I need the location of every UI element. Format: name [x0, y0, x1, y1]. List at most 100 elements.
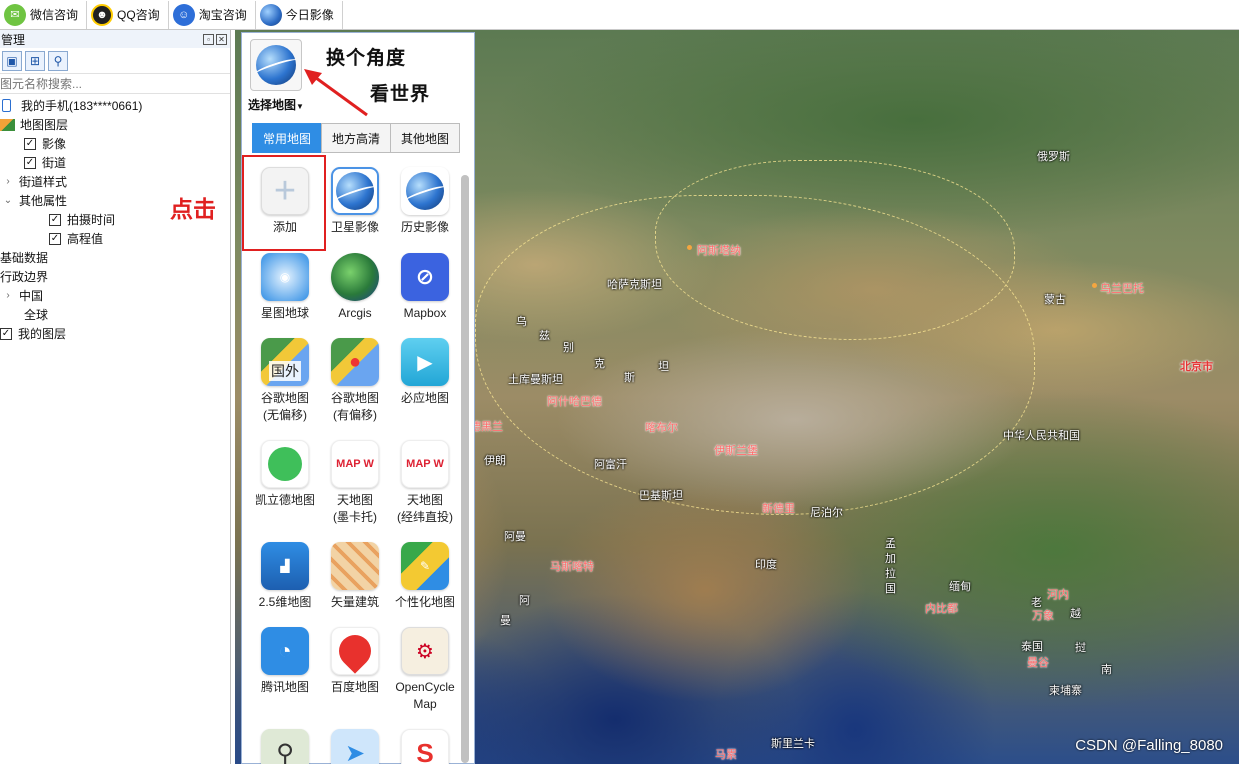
map-source-satellite[interactable]: 卫星影像	[320, 167, 390, 236]
map-source-bing[interactable]: ▶ 必应地图	[390, 338, 460, 407]
map-source-label: 星图地球	[260, 306, 309, 320]
map-source-arcgis[interactable]: Arcgis	[320, 253, 390, 322]
today-imagery-button[interactable]: 今日影像	[256, 0, 343, 29]
map-source-label: 腾讯地图	[260, 680, 309, 694]
map-label: 阿	[519, 595, 530, 607]
search-icon[interactable]: ⚲	[48, 50, 68, 71]
restore-icon[interactable]: ▫	[203, 33, 214, 45]
chevron-right-icon[interactable]: ›	[3, 176, 13, 187]
map-selector-popup: 选择地图▼ 换个角度 看世界 常用地图 地方高清 其他地图 + 添加 卫星影像 …	[241, 32, 475, 764]
map-tabs: 常用地图 地方高清 其他地图	[252, 123, 460, 153]
city-dot	[687, 245, 692, 250]
map-label: 土库曼斯坦	[508, 374, 563, 386]
chevron-down-icon[interactable]: ⌄	[3, 195, 13, 206]
map-source-opencycle[interactable]: ⚙ OpenCycle Map	[390, 627, 460, 713]
tree-label: 地图图层	[20, 118, 69, 132]
earth-icon	[259, 3, 282, 26]
search-input[interactable]	[0, 74, 230, 93]
scrollbar-thumb[interactable]	[461, 175, 469, 763]
map-label: 北京市	[1180, 361, 1213, 373]
map-source-mapbox[interactable]: ⊘ Mapbox	[390, 253, 460, 322]
select-map-button[interactable]	[250, 39, 302, 91]
watermark: CSDN @Falling_8080	[1075, 737, 1223, 754]
tree-item-street-style[interactable]: › 街道样式	[0, 172, 230, 191]
map-label: 新德里	[762, 503, 795, 515]
map-source-25d[interactable]: ▟ 2.5维地图	[250, 542, 320, 611]
checkbox-street[interactable]: ✓	[24, 156, 36, 169]
tree-item-my-layers[interactable]: ✓ 我的图层	[0, 324, 230, 343]
save-icon[interactable]: ▣	[2, 50, 22, 71]
map-source-tianditu-latlon[interactable]: MAP W 天地图 (经纬直投)	[390, 440, 460, 526]
tree-label: 行政边界	[0, 270, 49, 284]
select-map-label[interactable]: 选择地图▼	[248, 96, 304, 113]
globe-icon	[256, 45, 296, 85]
map-label: 国	[885, 583, 896, 595]
navigation-icon: ➤	[331, 729, 379, 764]
tree-item-global[interactable]: 全球	[0, 305, 230, 324]
map-source-label: 谷歌地图 (有偏移)	[330, 391, 379, 422]
tree-label: 我的手机(183****0661)	[21, 99, 143, 113]
wechat-consult-label: 微信咨询	[30, 8, 79, 22]
map-label: 孟	[885, 538, 896, 550]
tree-item-admin-boundary[interactable]: 行政边界	[0, 267, 230, 286]
map-source-vector-building[interactable]: 矢量建筑	[320, 542, 390, 611]
tree-item-elevation[interactable]: ✓ 高程值	[0, 229, 230, 248]
map-label: 伊朗	[484, 455, 506, 467]
tree-item-my-phone[interactable]: 我的手机(183****0661)	[0, 96, 230, 115]
map-label: 河内	[1047, 589, 1069, 601]
map-source-google-offset[interactable]: ● 谷歌地图 (有偏移)	[320, 338, 390, 424]
map-source-tencent[interactable]: ◔ 腾讯地图	[250, 627, 320, 696]
tree-label: 全球	[24, 308, 49, 322]
map-source-startmap[interactable]: ◉ 星图地球	[250, 253, 320, 322]
tab-local-hd[interactable]: 地方高清	[321, 123, 391, 153]
map-source-label: 凯立德地图	[254, 493, 315, 507]
tree-label: 影像	[42, 137, 67, 151]
map-source-label: 卫星影像	[330, 220, 379, 234]
map-label: 缅甸	[949, 581, 971, 593]
map-label: 乌兰巴托	[1100, 283, 1144, 295]
panel-header: 管理 ▫ ✕	[0, 30, 230, 48]
bing-maps-icon: ▶	[401, 338, 449, 386]
map-source-label: 个性化地图	[394, 595, 455, 609]
map-source-google-no-offset[interactable]: 国外 谷歌地图 (无偏移)	[250, 338, 320, 424]
map-source-navigation[interactable]: ➤	[320, 729, 390, 764]
checkbox-imagery[interactable]: ✓	[24, 137, 36, 150]
taobao-consult-button[interactable]: ☺ 淘宝咨询	[169, 0, 256, 29]
tree-label: 我的图层	[18, 327, 67, 341]
map-source-magnifier[interactable]: ⚲	[250, 729, 320, 764]
wechat-consult-button[interactable]: ✉ 微信咨询	[0, 0, 88, 29]
highlight-box	[242, 155, 326, 251]
tree-label: 街道	[42, 156, 67, 170]
map-source-label: OpenCycle Map	[395, 680, 455, 711]
close-icon[interactable]: ✕	[216, 33, 227, 45]
tree-item-street[interactable]: ✓ 街道	[0, 153, 230, 172]
tab-other-maps[interactable]: 其他地图	[390, 123, 460, 153]
checkbox-capture-time[interactable]: ✓	[49, 213, 61, 226]
satellite-globe-icon	[331, 167, 379, 215]
tab-common-maps[interactable]: 常用地图	[252, 123, 322, 153]
map-source-careland[interactable]: 凯立德地图	[250, 440, 320, 509]
map-source-label: 2.5维地图	[258, 595, 312, 609]
tree-item-china[interactable]: › 中国	[0, 286, 230, 305]
map-source-history[interactable]: 历史影像	[390, 167, 460, 236]
overseas-badge: 国外	[269, 361, 301, 381]
chevron-right-icon[interactable]: ›	[3, 290, 13, 301]
tree-item-imagery[interactable]: ✓ 影像	[0, 134, 230, 153]
checkbox-my-layers[interactable]: ✓	[0, 327, 12, 340]
tree-item-basic-data[interactable]: 基础数据	[0, 248, 230, 267]
map-source-label: 谷歌地图 (无偏移)	[260, 391, 309, 422]
map-label: 拉	[885, 568, 896, 580]
map-source-custom[interactable]: ✎ 个性化地图	[390, 542, 460, 611]
map-label: 印度	[755, 559, 777, 571]
checkbox-elevation[interactable]: ✓	[49, 232, 61, 245]
qq-icon: ☻	[91, 3, 114, 26]
qq-consult-button[interactable]: ☻ QQ咨询	[87, 0, 169, 29]
phone-icon	[2, 99, 11, 112]
map-source-baidu[interactable]: 百度地图	[320, 627, 390, 696]
tree-label: 基础数据	[0, 251, 49, 265]
map-source-sogou[interactable]: S	[390, 729, 460, 764]
tree-item-map-layers[interactable]: 地图图层	[0, 115, 230, 134]
popup-scrollbar[interactable]	[461, 175, 469, 763]
map-source-tianditu-mercator[interactable]: MAP W 天地图 (墨卡托)	[320, 440, 390, 526]
locate-icon[interactable]: ⊞	[25, 50, 45, 71]
